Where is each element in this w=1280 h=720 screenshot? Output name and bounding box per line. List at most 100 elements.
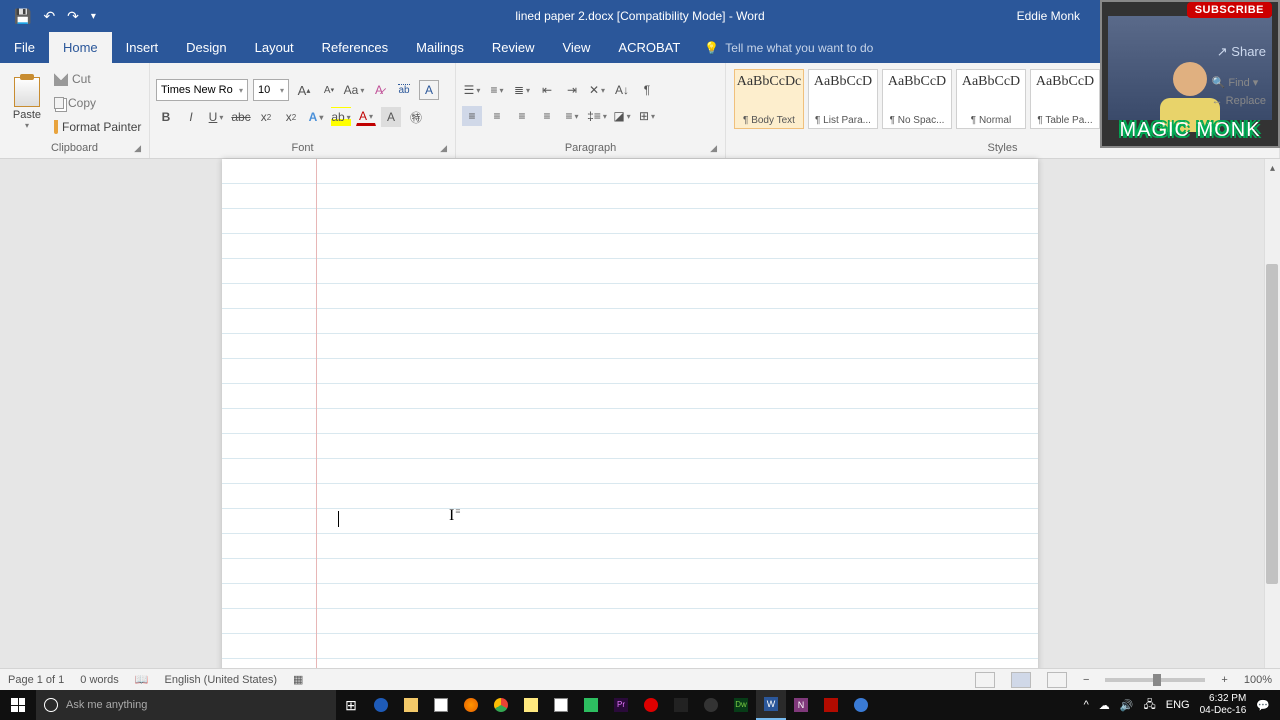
scroll-thumb[interactable] <box>1266 264 1278 584</box>
tab-mailings[interactable]: Mailings <box>402 32 478 63</box>
word-count[interactable]: 0 words <box>80 674 119 686</box>
numbering-button[interactable]: ≡ <box>487 80 507 100</box>
zoom-level[interactable]: 100% <box>1244 674 1272 686</box>
taskbar-sticky[interactable] <box>516 690 546 720</box>
redo-icon[interactable]: ↷ <box>67 8 79 25</box>
taskbar-onenote[interactable]: N <box>786 690 816 720</box>
task-view-button[interactable]: ⊞ <box>336 690 366 720</box>
scroll-up-icon[interactable]: ▴ <box>1265 159 1280 177</box>
taskbar-firefox[interactable] <box>456 690 486 720</box>
highlight-button[interactable]: ab <box>331 107 351 127</box>
character-border-button[interactable]: A <box>419 80 439 100</box>
save-icon[interactable]: 💾 <box>14 8 31 25</box>
font-name-combo[interactable]: Times New Ro▾ <box>156 79 248 101</box>
justify-button[interactable]: ≡ <box>537 106 557 126</box>
paste-button[interactable]: Paste ▾ <box>6 67 48 139</box>
taskbar-notepad[interactable] <box>546 690 576 720</box>
borders-button[interactable]: ⊞ <box>637 106 657 126</box>
character-shading-button[interactable]: A <box>381 107 401 127</box>
style-body-text[interactable]: AaBbCcDc¶ Body Text <box>734 69 804 129</box>
tab-file[interactable]: File <box>0 32 49 63</box>
tray-onedrive-icon[interactable]: ☁ <box>1099 699 1110 712</box>
taskbar-help[interactable] <box>846 690 876 720</box>
multilevel-list-button[interactable]: ≣ <box>512 80 532 100</box>
zoom-out-button[interactable]: − <box>1083 674 1089 686</box>
strikethrough-button[interactable]: abc <box>231 107 251 127</box>
style-normal[interactable]: AaBbCcD¶ Normal <box>956 69 1026 129</box>
bullets-button[interactable]: ☰ <box>462 80 482 100</box>
tray-clock[interactable]: 6:32 PM04-Dec-16 <box>1200 693 1247 717</box>
bold-button[interactable]: B <box>156 107 176 127</box>
tab-view[interactable]: View <box>548 32 604 63</box>
enclose-characters-button[interactable]: ㊕ <box>406 107 426 127</box>
tell-me-box[interactable]: 💡 Tell me what you want to do <box>704 32 873 63</box>
cut-button[interactable]: Cut <box>54 72 141 86</box>
font-dialog-launcher[interactable]: ◢ <box>440 143 447 154</box>
font-color-button[interactable]: A <box>356 109 376 126</box>
show-marks-button[interactable]: ¶ <box>637 80 657 100</box>
tray-expand-icon[interactable]: ^ <box>1084 699 1089 711</box>
text-effects-button[interactable]: A <box>306 107 326 127</box>
share-button[interactable]: ↗ Share <box>1217 44 1266 60</box>
subscribe-badge[interactable]: SUBSCRIBE <box>1187 2 1272 18</box>
tab-references[interactable]: References <box>308 32 402 63</box>
superscript-button[interactable]: x2 <box>281 107 301 127</box>
distributed-button[interactable]: ≡ <box>562 106 582 126</box>
clear-formatting-button[interactable]: A̷ <box>369 80 389 100</box>
taskbar-store[interactable] <box>426 690 456 720</box>
web-layout-button[interactable] <box>1047 672 1067 688</box>
taskbar-premiere[interactable]: Pr <box>606 690 636 720</box>
underline-button[interactable]: U <box>206 107 226 127</box>
print-layout-button[interactable] <box>1011 672 1031 688</box>
taskbar-dreamweaver[interactable]: Dw <box>726 690 756 720</box>
replace-button[interactable]: ↔ Replace <box>1212 92 1266 110</box>
language-status[interactable]: English (United States) <box>165 674 278 686</box>
zoom-in-button[interactable]: + <box>1221 674 1227 686</box>
increase-indent-button[interactable]: ⇥ <box>562 80 582 100</box>
undo-icon[interactable]: ↶ <box>43 8 55 25</box>
tab-acrobat[interactable]: ACROBAT <box>604 32 694 63</box>
zoom-slider[interactable] <box>1105 678 1205 682</box>
clipboard-dialog-launcher[interactable]: ◢ <box>134 143 141 154</box>
change-case-button[interactable]: Aa <box>344 80 364 100</box>
page-count[interactable]: Page 1 of 1 <box>8 674 64 686</box>
align-center-button[interactable]: ≡ <box>487 106 507 126</box>
tab-layout[interactable]: Layout <box>241 32 308 63</box>
sort-button[interactable]: A↓ <box>612 80 632 100</box>
tray-language[interactable]: ENG <box>1166 699 1190 711</box>
shrink-font-button[interactable]: A▾ <box>319 80 339 100</box>
tab-design[interactable]: Design <box>172 32 240 63</box>
paragraph-dialog-launcher[interactable]: ◢ <box>710 143 717 154</box>
font-size-combo[interactable]: 10▾ <box>253 79 289 101</box>
tray-notifications-icon[interactable]: 💬 <box>1256 699 1270 712</box>
taskbar-chrome[interactable] <box>486 690 516 720</box>
find-button[interactable]: 🔍 Find ▾ <box>1212 74 1266 92</box>
asian-layout-button[interactable]: ✕ <box>587 80 607 100</box>
align-right-button[interactable]: ≡ <box>512 106 532 126</box>
taskbar-record[interactable] <box>636 690 666 720</box>
cortana-search[interactable]: Ask me anything <box>36 690 336 720</box>
tab-review[interactable]: Review <box>478 32 549 63</box>
taskbar-acrobat[interactable] <box>816 690 846 720</box>
document-page[interactable]: I <box>222 159 1038 684</box>
style-no-spacing[interactable]: AaBbCcD¶ No Spac... <box>882 69 952 129</box>
grow-font-button[interactable]: A▴ <box>294 80 314 100</box>
tray-network-icon[interactable]: 🖧 <box>1143 696 1155 715</box>
italic-button[interactable]: I <box>181 107 201 127</box>
phonetic-guide-button[interactable]: ab <box>394 80 414 100</box>
shading-button[interactable]: ◪ <box>612 106 632 126</box>
taskbar-evernote[interactable] <box>576 690 606 720</box>
vertical-scrollbar[interactable]: ▴ ▾ <box>1264 159 1280 684</box>
macro-icon[interactable]: ▦ <box>293 673 303 686</box>
tab-home[interactable]: Home <box>49 32 112 63</box>
taskbar-explorer[interactable] <box>396 690 426 720</box>
line-spacing-button[interactable]: ‡≡ <box>587 106 607 126</box>
start-button[interactable] <box>0 690 36 720</box>
taskbar-word[interactable]: W <box>756 690 786 720</box>
format-painter-button[interactable]: Format Painter <box>54 120 141 134</box>
tab-insert[interactable]: Insert <box>112 32 173 63</box>
subscript-button[interactable]: x2 <box>256 107 276 127</box>
taskbar-cmd[interactable] <box>666 690 696 720</box>
spellcheck-icon[interactable]: 📖 <box>135 673 149 686</box>
taskbar-edge[interactable] <box>366 690 396 720</box>
